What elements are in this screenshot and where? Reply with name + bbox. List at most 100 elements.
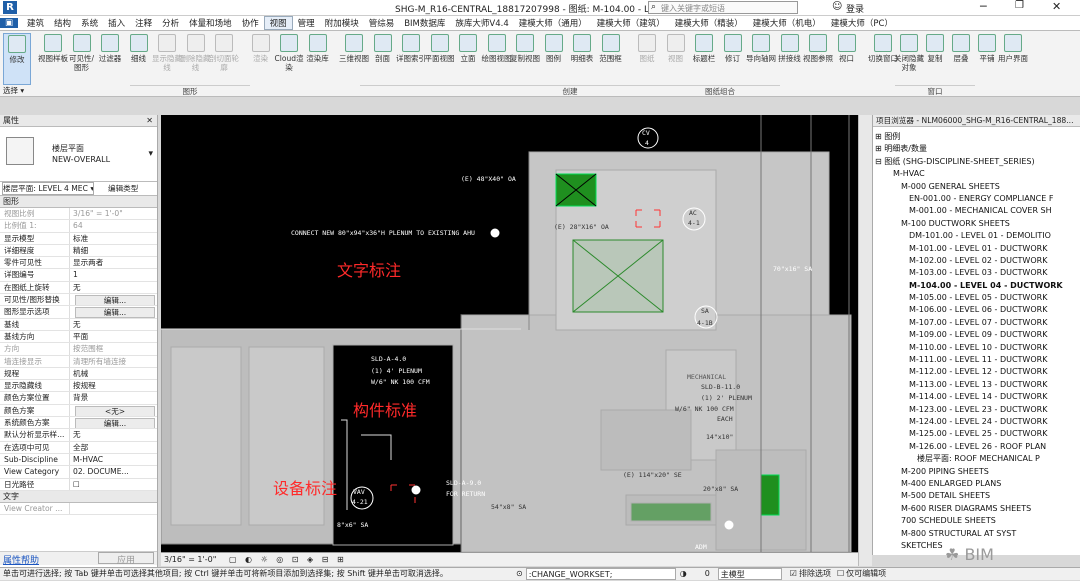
- ribbon-button-13[interactable]: 平面视图: [425, 33, 455, 85]
- menu-tab-11[interactable]: 管综易: [364, 17, 400, 29]
- ribbon-button-7[interactable]: 渲染: [246, 33, 276, 85]
- property-value[interactable]: 平面: [70, 331, 157, 342]
- ribbon-button-8[interactable]: Cloud渲染: [274, 33, 304, 85]
- property-value[interactable]: 按规程: [70, 380, 157, 391]
- ribbon-button-18[interactable]: 明细表: [567, 33, 597, 85]
- browser-item[interactable]: M-114.00 - LEVEL 14 - DUCTWORK: [873, 391, 1080, 403]
- property-value[interactable]: 编辑...: [70, 306, 157, 318]
- browser-item[interactable]: M-101.00 - LEVEL 01 - DUCTWORK: [873, 243, 1080, 255]
- menu-tab-13[interactable]: 族库大师V4.4: [450, 17, 513, 29]
- close-icon[interactable]: ✕: [146, 115, 153, 127]
- browser-item[interactable]: M-125.00 - LEVEL 25 - DUCTWORK: [873, 428, 1080, 440]
- search-box[interactable]: ⌕ 键入关键字或短语: [648, 1, 798, 14]
- search-input[interactable]: 键入关键字或短语: [661, 3, 725, 14]
- app-logo[interactable]: R: [3, 1, 17, 14]
- ribbon-button-21[interactable]: 视图: [661, 33, 691, 85]
- ribbon-button-20[interactable]: 图纸: [632, 33, 662, 85]
- browser-item[interactable]: M-500 DETAIL SHEETS: [873, 490, 1080, 502]
- chevron-down-icon[interactable]: ▾: [148, 149, 153, 159]
- browser-item[interactable]: M-200 PIPING SHEETS: [873, 466, 1080, 478]
- browser-item[interactable]: M-HVAC: [873, 168, 1080, 180]
- minimize-button[interactable]: ─: [980, 0, 987, 13]
- menu-tab-14[interactable]: 建模大师（通用）: [514, 17, 592, 29]
- login-link[interactable]: 登录: [846, 2, 864, 15]
- vertical-scrollbar[interactable]: [858, 115, 872, 566]
- properties-help-link[interactable]: 属性帮助: [3, 553, 39, 566]
- menu-tab-6[interactable]: 体量和场地: [184, 17, 237, 29]
- browser-item[interactable]: M-106.00 - LEVEL 06 - DUCTWORK: [873, 304, 1080, 316]
- ribbon-button-25[interactable]: 拼接线: [775, 33, 805, 85]
- browser-item[interactable]: M-113.00 - LEVEL 13 - DUCTWORK: [873, 379, 1080, 391]
- browser-item[interactable]: ⊟ 图纸 (SHG-DISCIPLINE-SHEET_SERIES): [873, 156, 1080, 168]
- browser-item[interactable]: M-104.00 - LEVEL 04 - DUCTWORK: [873, 280, 1080, 292]
- browser-item[interactable]: M-400 ENLARGED PLANS: [873, 478, 1080, 490]
- user-icon[interactable]: ☺: [832, 1, 842, 12]
- ribbon-button-12[interactable]: 详图索引: [396, 33, 426, 85]
- ribbon-button-6[interactable]: 剖切面轮廓: [209, 33, 239, 85]
- property-value[interactable]: 清理所有墙连接: [70, 356, 157, 367]
- property-value[interactable]: 无: [70, 282, 157, 293]
- browser-item[interactable]: M-000 GENERAL SHEETS: [873, 181, 1080, 193]
- browser-item[interactable]: M-001.00 - MECHANICAL COVER SH: [873, 205, 1080, 217]
- ribbon-button-33[interactable]: 用户界面: [998, 33, 1028, 85]
- browser-item[interactable]: M-126.00 - LEVEL 26 - ROOF PLAN: [873, 441, 1080, 453]
- ribbon-button-14[interactable]: 立面: [453, 33, 483, 85]
- browser-item[interactable]: M-800 STRUCTURAL AT SYST: [873, 528, 1080, 540]
- browser-item[interactable]: M-111.00 - LEVEL 11 - DUCTWORK: [873, 354, 1080, 366]
- ribbon-button-3[interactable]: 细线: [124, 33, 154, 85]
- ribbon-button-16[interactable]: 复制视图: [510, 33, 540, 85]
- ribbon-button-2[interactable]: 过滤器: [95, 33, 125, 85]
- ribbon-button-11[interactable]: 剖面: [368, 33, 398, 85]
- browser-item[interactable]: M-112.00 - LEVEL 12 - DUCTWORK: [873, 366, 1080, 378]
- ribbon-button-23[interactable]: 修订: [718, 33, 748, 85]
- ribbon-button-1[interactable]: 可见性/图形: [67, 33, 97, 85]
- close-button[interactable]: ✕: [1052, 0, 1061, 13]
- ribbon-button-24[interactable]: 导向轴网: [746, 33, 776, 85]
- design-option-field[interactable]: 主模型: [717, 568, 782, 580]
- property-value[interactable]: 3/16" = 1'-0": [70, 208, 157, 219]
- menu-tab-9[interactable]: 管理: [293, 17, 320, 29]
- menu-tab-2[interactable]: 系统: [76, 17, 103, 29]
- editable-only-checkbox[interactable]: ☐: [837, 568, 844, 580]
- property-value[interactable]: 全部: [70, 442, 157, 453]
- modify-button[interactable]: 修改: [3, 33, 31, 85]
- view-scale[interactable]: 3/16" = 1'-0": [164, 555, 216, 564]
- menu-tab-16[interactable]: 建模大师（精装）: [670, 17, 748, 29]
- property-value[interactable]: 64: [70, 220, 157, 231]
- property-value[interactable]: 机械: [70, 368, 157, 379]
- property-value[interactable]: 精细: [70, 245, 157, 256]
- browser-item[interactable]: M-102.00 - LEVEL 02 - DUCTWORK: [873, 255, 1080, 267]
- browser-item[interactable]: M-103.00 - LEVEL 03 - DUCTWORK: [873, 267, 1080, 279]
- property-value[interactable]: 标准: [70, 233, 157, 244]
- exclude-options-checkbox[interactable]: ☑: [790, 568, 797, 580]
- menu-tab-3[interactable]: 插入: [103, 17, 130, 29]
- menu-tab-1[interactable]: 结构: [49, 17, 76, 29]
- browser-item[interactable]: ⊞ 明细表/数量: [873, 143, 1080, 155]
- menu-tab-17[interactable]: 建模大师（机电）: [748, 17, 826, 29]
- restore-button[interactable]: ❐: [1015, 0, 1024, 11]
- browser-item[interactable]: 楼层平面: ROOF MECHANICAL P: [873, 453, 1080, 465]
- menu-tab-18[interactable]: 建模大师（PC）: [826, 17, 898, 29]
- property-value[interactable]: ☐: [70, 479, 157, 490]
- drawing-canvas[interactable]: CONNECT NEW 80"x94"x36"H PLENUM TO EXIST…: [161, 115, 858, 552]
- view-control-icons[interactable]: ▢ ◐ ☼ ◎ ⊡ ◈ ⊟ ⊞: [229, 555, 347, 564]
- property-value[interactable]: 背景: [70, 392, 157, 403]
- ribbon-button-17[interactable]: 图例: [539, 33, 569, 85]
- menu-tab-15[interactable]: 建模大师（建筑）: [592, 17, 670, 29]
- browser-item[interactable]: M-600 RISER DIAGRAMS SHEETS: [873, 503, 1080, 515]
- browser-item[interactable]: M-123.00 - LEVEL 23 - DUCTWORK: [873, 404, 1080, 416]
- browser-item[interactable]: ⊞ 图例: [873, 131, 1080, 143]
- property-value[interactable]: 1: [70, 269, 157, 280]
- ribbon-button-5[interactable]: 删除隐藏线: [181, 33, 211, 85]
- ribbon-button-27[interactable]: 视口: [832, 33, 862, 85]
- browser-item[interactable]: 700 SCHEDULE SHEETS: [873, 515, 1080, 527]
- browser-item[interactable]: EN-001.00 - ENERGY COMPLIANCE F: [873, 193, 1080, 205]
- menu-tab-7[interactable]: 协作: [237, 17, 264, 29]
- property-value[interactable]: 按范围框: [70, 343, 157, 354]
- ribbon-button-0[interactable]: 视图样板: [38, 33, 68, 85]
- ribbon-button-15[interactable]: 绘图视图: [482, 33, 512, 85]
- ribbon-button-26[interactable]: 视图参照: [803, 33, 833, 85]
- property-value[interactable]: 02. DOCUME...: [70, 466, 157, 477]
- sync-icon[interactable]: ◑: [680, 568, 687, 580]
- property-value[interactable]: 无: [70, 319, 157, 330]
